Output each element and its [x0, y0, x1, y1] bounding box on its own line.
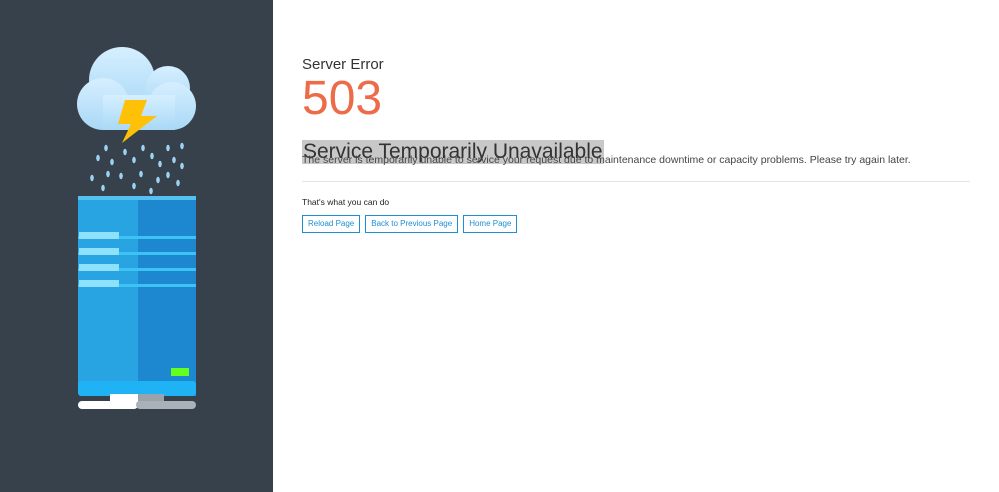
error-code: 503 — [302, 72, 383, 125]
status-led — [171, 368, 189, 376]
action-buttons: Reload Page Back to Previous Page Home P… — [302, 215, 970, 233]
headline-wrapper: Service Temporarily Unavailable — [302, 123, 970, 165]
server-storm-illustration — [77, 47, 196, 409]
back-to-previous-page-button[interactable]: Back to Previous Page — [365, 215, 459, 233]
server-icon — [78, 196, 196, 409]
rain-icon — [90, 142, 184, 195]
sidebar-panel — [0, 0, 273, 492]
divider — [302, 181, 970, 182]
reload-page-button[interactable]: Reload Page — [302, 215, 361, 233]
help-text: That's what you can do — [302, 197, 390, 207]
error-description: The server is temporarily unable to serv… — [302, 154, 911, 166]
home-page-button[interactable]: Home Page — [463, 215, 518, 233]
error-content: Server Error 503 Service Temporarily Una… — [302, 56, 970, 233]
error-subtitle: Server Error — [302, 56, 384, 73]
error-page: Server Error 503 Service Temporarily Una… — [0, 0, 999, 492]
